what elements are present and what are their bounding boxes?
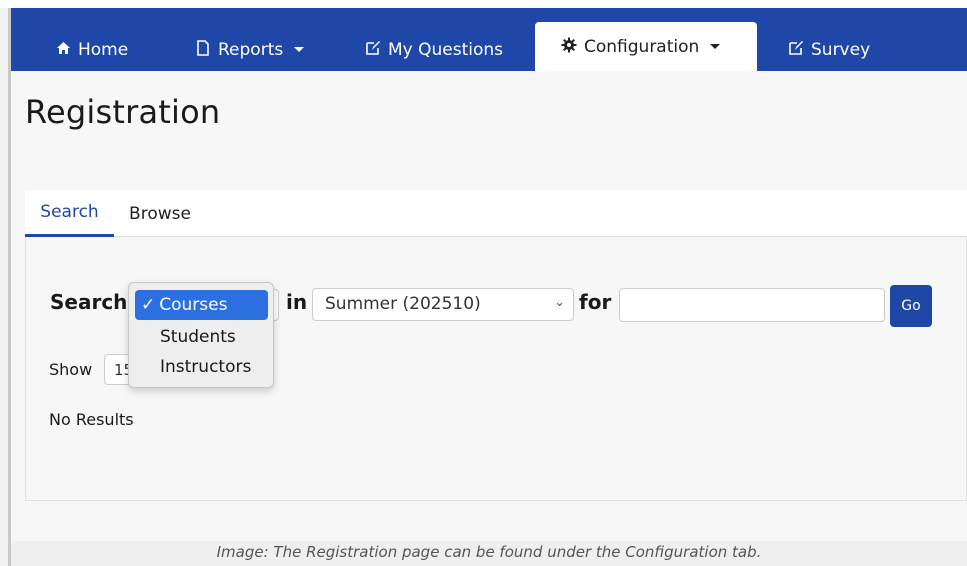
no-results-message: No Results [49,410,134,429]
checkmark-icon: ✓ [141,295,156,315]
tab-bar: Search Browse [25,190,967,237]
nav-home-label: Home [78,39,129,60]
search-type-dropdown: ✓ Courses Students Instructors [128,282,274,388]
home-icon [55,41,71,59]
nav-reports-label: Reports [218,39,284,60]
dropdown-option-label: Students [160,327,236,347]
chevron-down-icon: ⌄ [554,295,565,310]
go-button[interactable]: Go [890,285,932,327]
document-icon [195,39,211,60]
caption-bar: Image: The Registration page can be foun… [11,541,967,566]
nav-survey-label: Survey [811,39,871,60]
dropdown-option-students[interactable]: Students [135,322,268,352]
edit-icon [365,40,381,60]
show-label: Show [49,360,93,379]
nav-survey[interactable]: Survey [788,28,870,71]
term-select-value: Summer (202510) [325,294,481,314]
page-title: Registration [25,93,221,131]
nav-reports[interactable]: Reports [195,28,305,71]
image-caption: Image: The Registration page can be foun… [216,543,762,561]
search-input[interactable] [619,288,885,322]
search-label: Search [50,290,128,314]
dropdown-option-courses[interactable]: ✓ Courses [135,290,268,320]
caret-down-icon [710,44,721,49]
term-select[interactable]: Summer (202510) ⌄ [312,288,574,321]
dropdown-option-label: Courses [159,295,228,315]
nav-my-questions-label: My Questions [388,39,504,60]
top-navbar: Home Reports My Questions Configuration … [11,8,967,71]
gear-icon [561,37,577,57]
dropdown-option-label: Instructors [160,357,252,377]
caret-down-icon [294,47,305,52]
edit-icon [788,40,804,60]
nav-configuration[interactable]: Configuration [535,22,757,71]
nav-configuration-label: Configuration [584,36,700,57]
nav-my-questions[interactable]: My Questions [365,28,503,71]
nav-home[interactable]: Home [55,28,128,71]
tab-search[interactable]: Search [25,190,114,237]
for-label: for [579,290,612,314]
in-label: in [286,290,308,314]
dropdown-option-instructors[interactable]: Instructors [135,352,268,382]
tab-browse[interactable]: Browse [120,190,200,237]
